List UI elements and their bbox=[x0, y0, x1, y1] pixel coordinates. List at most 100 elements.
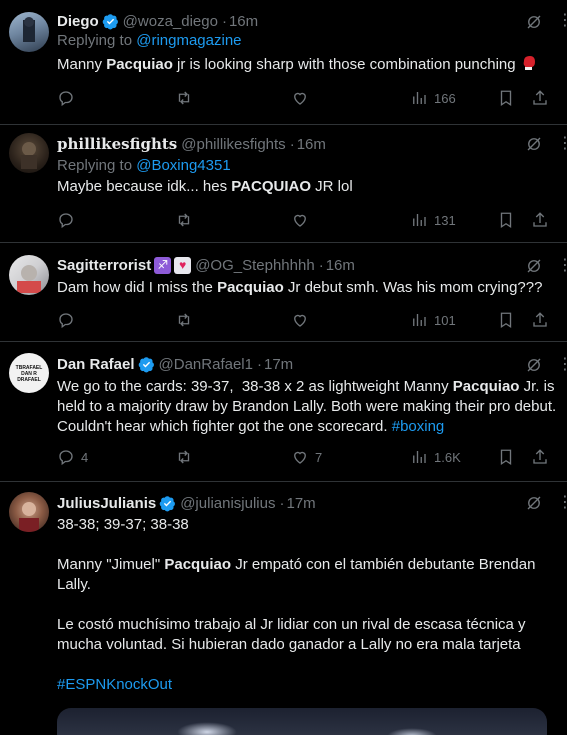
text-bold: Pacquiao bbox=[217, 279, 284, 296]
text-segment: Manny bbox=[57, 56, 107, 73]
tweet-juliusjulianis[interactable]: JuliusJulianis @julianisjulius · 17m 38-… bbox=[0, 482, 567, 735]
tweet-text: Dam how did I miss the Pacquiao Jr debut… bbox=[57, 278, 567, 298]
repost-button[interactable] bbox=[175, 89, 193, 107]
more-icon[interactable]: ⋮ bbox=[557, 10, 567, 29]
views-icon bbox=[413, 314, 426, 326]
replying-prefix: Replying to bbox=[57, 157, 137, 174]
share-icon bbox=[533, 212, 547, 227]
avatar-text: TBRAFAEL DAN R DRAFAEL bbox=[15, 365, 43, 383]
timestamp[interactable]: 16m bbox=[229, 13, 258, 30]
bookmark-button[interactable] bbox=[497, 311, 515, 329]
like-button[interactable] bbox=[291, 311, 309, 329]
author-name[interactable]: Sagitterrorist bbox=[57, 257, 151, 274]
avatar[interactable]: TBRAFAEL DAN R DRAFAEL bbox=[9, 353, 49, 393]
author-handle[interactable]: @DanRafael1 bbox=[159, 356, 253, 373]
hashtag-link[interactable]: #ESPNKnockOut bbox=[57, 675, 567, 695]
views-button[interactable]: 166 bbox=[410, 89, 456, 107]
bookmark-button[interactable] bbox=[497, 211, 515, 229]
timestamp[interactable]: 16m bbox=[297, 136, 326, 153]
views-button[interactable]: 1.6K bbox=[410, 448, 461, 466]
tweet-phillikesfights[interactable]: phillikesfights @phillikesfights · 16m R… bbox=[0, 125, 567, 243]
tweet-text-para3: Le costó muchísimo trabajo al Jr lidiar … bbox=[57, 616, 530, 653]
grok-icon[interactable] bbox=[525, 494, 543, 512]
separator-dot: · bbox=[279, 494, 285, 512]
tweet-danrafael[interactable]: TBRAFAEL DAN R DRAFAEL Dan Rafael @DanRa… bbox=[0, 342, 567, 482]
text-segment: Manny "Jimuel" bbox=[57, 556, 165, 573]
reply-icon bbox=[59, 91, 73, 107]
media-light bbox=[177, 722, 237, 735]
replying-to-link[interactable]: @ringmagazine bbox=[136, 32, 241, 49]
author-handle[interactable]: @phillikesfights bbox=[181, 136, 285, 153]
author-handle[interactable]: @OG_Stephhhhh bbox=[195, 257, 314, 274]
repost-icon bbox=[178, 213, 190, 227]
author-handle[interactable]: @julianisjulius bbox=[180, 495, 275, 512]
separator-dot: · bbox=[256, 355, 262, 373]
views-icon bbox=[413, 92, 426, 104]
share-button[interactable] bbox=[531, 311, 549, 329]
avatar[interactable] bbox=[9, 255, 49, 295]
action-bar: 131 bbox=[0, 211, 567, 231]
tweet-text-line1: 38-38; 39-37; 38-38 bbox=[57, 516, 189, 533]
author-name[interactable]: phillikesfights bbox=[57, 135, 177, 153]
separator-dot: · bbox=[221, 12, 227, 30]
like-icon bbox=[294, 92, 306, 105]
reply-button[interactable] bbox=[57, 89, 75, 107]
more-icon[interactable]: ⋮ bbox=[557, 354, 567, 373]
share-icon bbox=[533, 312, 547, 327]
reply-button[interactable]: 4 bbox=[57, 448, 88, 466]
views-button[interactable]: 131 bbox=[410, 211, 456, 229]
grok-icon[interactable] bbox=[525, 13, 543, 31]
reply-button[interactable] bbox=[57, 311, 75, 329]
timestamp[interactable]: 16m bbox=[326, 257, 355, 274]
avatar[interactable] bbox=[9, 492, 49, 532]
author-name[interactable]: Diego bbox=[57, 13, 99, 30]
author-handle[interactable]: @woza_diego bbox=[123, 13, 218, 30]
text-segment: Maybe because idk... hes bbox=[57, 178, 232, 195]
views-count: 101 bbox=[434, 312, 456, 328]
tweet-header: Dan Rafael @DanRafael1 · 17m bbox=[57, 354, 567, 374]
grok-icon[interactable] bbox=[525, 135, 543, 153]
more-icon[interactable]: ⋮ bbox=[557, 255, 567, 274]
author-name[interactable]: Dan Rafael bbox=[57, 356, 135, 373]
share-button[interactable] bbox=[531, 89, 549, 107]
repost-button[interactable] bbox=[175, 211, 193, 229]
reply-icon bbox=[59, 450, 73, 466]
more-icon[interactable]: ⋮ bbox=[557, 133, 567, 152]
repost-icon bbox=[178, 450, 190, 464]
views-icon bbox=[413, 451, 426, 463]
share-button[interactable] bbox=[531, 211, 549, 229]
boxing-glove-icon bbox=[520, 54, 538, 78]
bookmark-button[interactable] bbox=[497, 448, 515, 466]
avatar[interactable] bbox=[9, 133, 49, 173]
share-icon bbox=[533, 90, 547, 105]
tweet-media-image[interactable] bbox=[57, 708, 547, 735]
like-button[interactable] bbox=[291, 211, 309, 229]
grok-icon[interactable] bbox=[525, 257, 543, 275]
separator-dot: · bbox=[318, 256, 324, 274]
tweet-text: Manny Pacquiao jr is looking sharp with … bbox=[57, 54, 567, 78]
author-name[interactable]: JuliusJulianis bbox=[57, 495, 156, 512]
grok-icon[interactable] bbox=[525, 356, 543, 374]
bookmark-button[interactable] bbox=[497, 89, 515, 107]
hashtag-link[interactable]: #boxing bbox=[392, 418, 445, 435]
timestamp[interactable]: 17m bbox=[264, 356, 293, 373]
text-bold: Pacquiao bbox=[164, 556, 232, 573]
replying-to-link[interactable]: @Boxing4351 bbox=[136, 157, 230, 174]
tweet-diego[interactable]: Diego @woza_diego · 16m Replying to @rin… bbox=[0, 0, 567, 125]
like-button[interactable] bbox=[291, 89, 309, 107]
avatar[interactable] bbox=[9, 12, 49, 52]
bookmark-icon bbox=[500, 90, 512, 107]
repost-button[interactable] bbox=[175, 311, 193, 329]
verified-icon bbox=[159, 495, 176, 511]
like-button[interactable]: 7 bbox=[291, 448, 322, 466]
views-count: 166 bbox=[434, 90, 456, 106]
share-button[interactable] bbox=[531, 448, 549, 466]
tweet-header: Sagitterrorist ♐ ♥ @OG_Stephhhhh · 16m bbox=[57, 255, 567, 275]
replying-to: Replying to @ringmagazine bbox=[57, 31, 567, 51]
timestamp[interactable]: 17m bbox=[286, 495, 315, 512]
tweet-sagitterrorist[interactable]: Sagitterrorist ♐ ♥ @OG_Stephhhhh · 16m D… bbox=[0, 243, 567, 342]
reply-button[interactable] bbox=[57, 211, 75, 229]
repost-button[interactable] bbox=[175, 448, 193, 466]
more-icon[interactable]: ⋮ bbox=[557, 492, 567, 511]
views-button[interactable]: 101 bbox=[410, 311, 456, 329]
